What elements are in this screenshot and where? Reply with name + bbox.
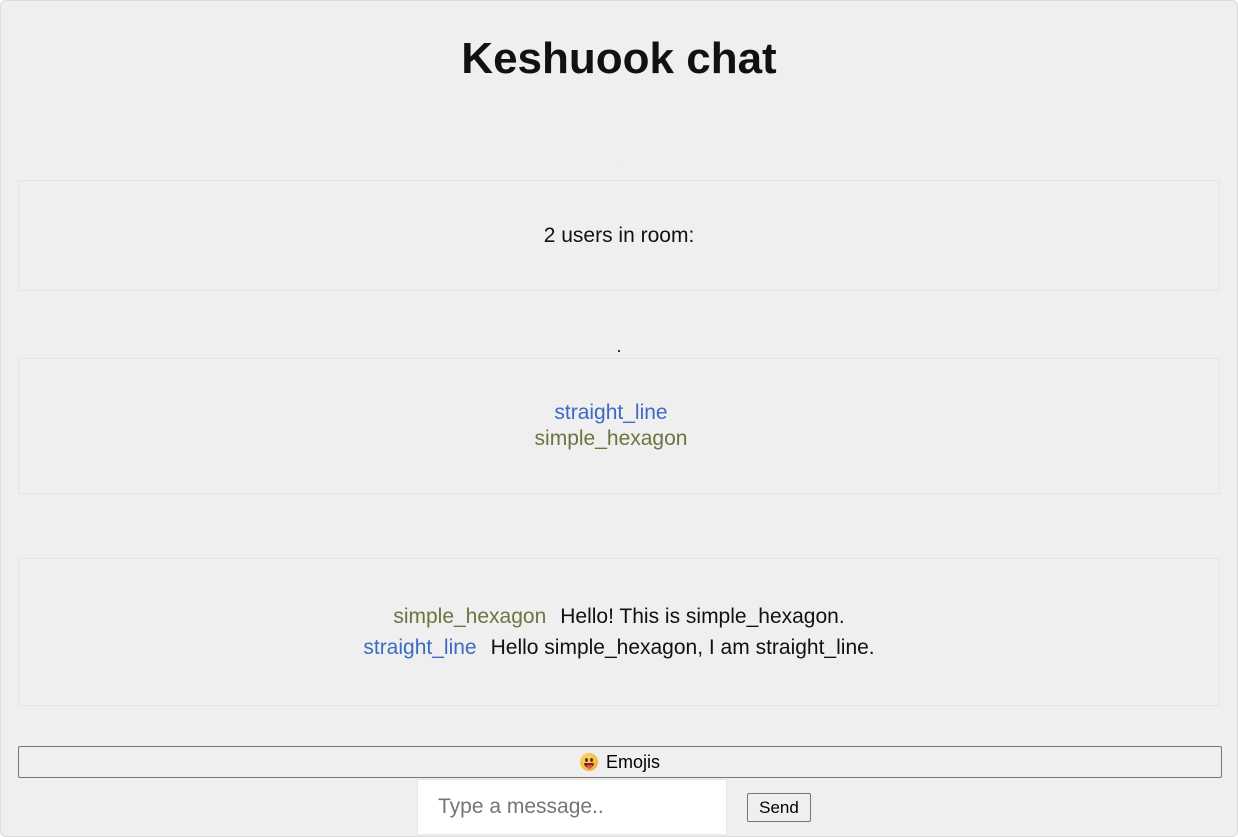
message-input[interactable] <box>417 779 727 835</box>
message-row: straight_line Hello simple_hexagon, I am … <box>363 632 874 663</box>
message-list-panel: simple_hexagon Hello! This is simple_hexa… <box>18 558 1220 706</box>
message-text: Hello simple_hexagon, I am straight_line… <box>490 636 875 659</box>
user-count-panel: 2 users in room: <box>18 180 1220 291</box>
chat-app: Keshuook chat . 2 users in room: . strai… <box>0 0 1238 837</box>
user-list-item-straight-line: straight_line <box>554 401 668 424</box>
grinning-face-with-tongue-icon <box>579 753 598 771</box>
message-row: simple_hexagon Hello! This is simple_hexa… <box>393 601 844 632</box>
user-list-item-simple-hexagon: simple_hexagon <box>534 427 688 450</box>
message-author: simple_hexagon <box>393 605 547 628</box>
emojis-button[interactable]: Emojis <box>18 746 1222 778</box>
emojis-button-label: Emojis <box>605 751 660 772</box>
page-title: Keshuook chat <box>461 34 777 83</box>
separator-dot: . <box>616 336 622 356</box>
user-list-panel: straight_line simple_hexagon <box>18 358 1220 494</box>
message-text: Hello! This is simple_hexagon. <box>560 605 845 628</box>
message-author: straight_line <box>363 636 477 659</box>
user-count-text: 2 users in room: <box>543 223 695 247</box>
send-button[interactable]: Send <box>747 793 811 822</box>
separator-dot-faint: . <box>618 162 620 168</box>
